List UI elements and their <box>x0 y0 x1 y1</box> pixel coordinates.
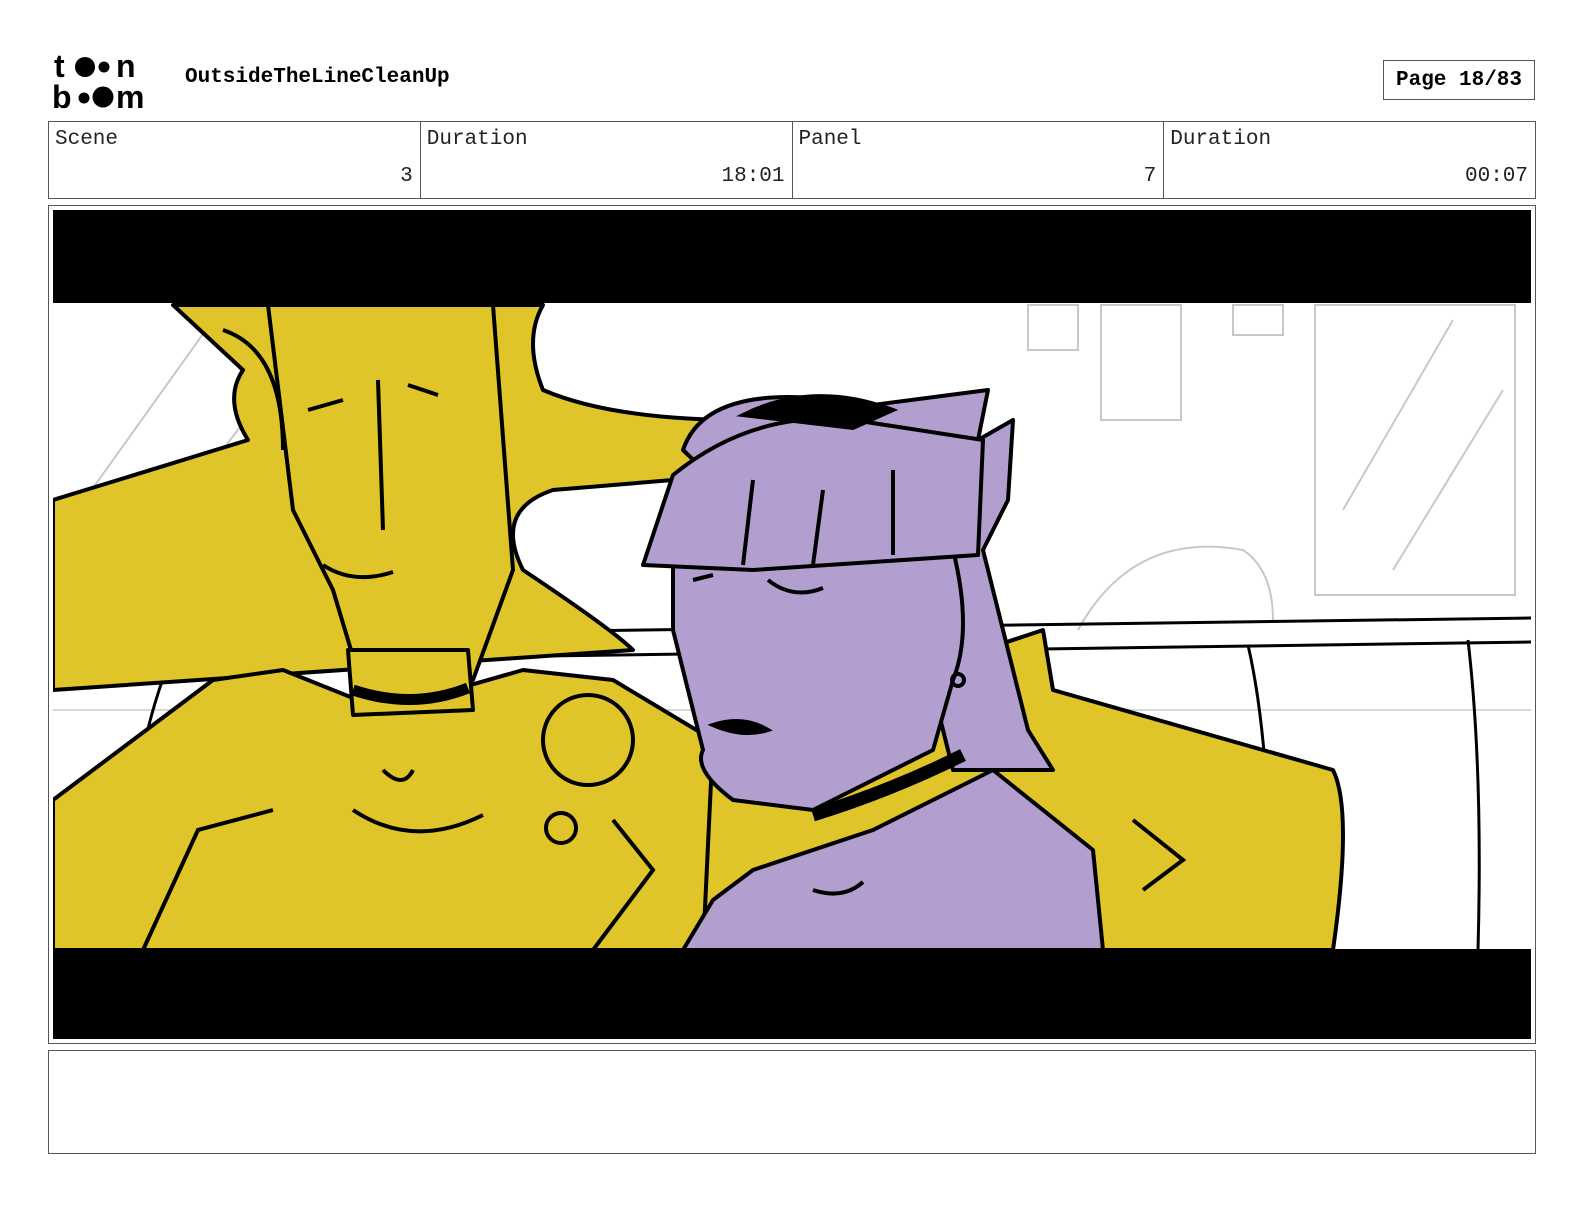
panel-label: Panel <box>798 128 862 151</box>
storyboard-panel <box>48 205 1536 1044</box>
scene-duration-value: 18:01 <box>721 165 785 188</box>
project-title: OutsideTheLineCleanUp <box>185 66 450 89</box>
scene-duration-cell: Duration 18:01 <box>421 122 793 198</box>
page-indicator: Page 18/83 <box>1383 60 1535 100</box>
scene-cell: Scene 3 <box>49 122 421 198</box>
panel-duration-label: Duration <box>1170 128 1272 151</box>
svg-text:b: b <box>52 79 72 112</box>
scene-duration-label: Duration <box>426 128 528 151</box>
letterbox-bottom <box>53 949 1531 1039</box>
svg-text:m: m <box>116 79 144 112</box>
panel-value: 7 <box>1143 165 1157 188</box>
panel-notes <box>48 1050 1536 1154</box>
panel-artwork <box>53 210 1531 1039</box>
scene-value: 3 <box>400 165 413 188</box>
panel-duration-value: 00:07 <box>1464 165 1528 188</box>
panel-duration-cell: Duration 00:07 <box>1164 122 1535 198</box>
panel-info-table: Scene 3 Duration 18:01 Panel 7 Duration … <box>48 121 1536 199</box>
toonboom-logo: t n b m <box>52 50 144 112</box>
letterbox-top <box>53 210 1531 303</box>
panel-cell: Panel 7 <box>793 122 1165 198</box>
scene-label: Scene <box>55 128 119 151</box>
